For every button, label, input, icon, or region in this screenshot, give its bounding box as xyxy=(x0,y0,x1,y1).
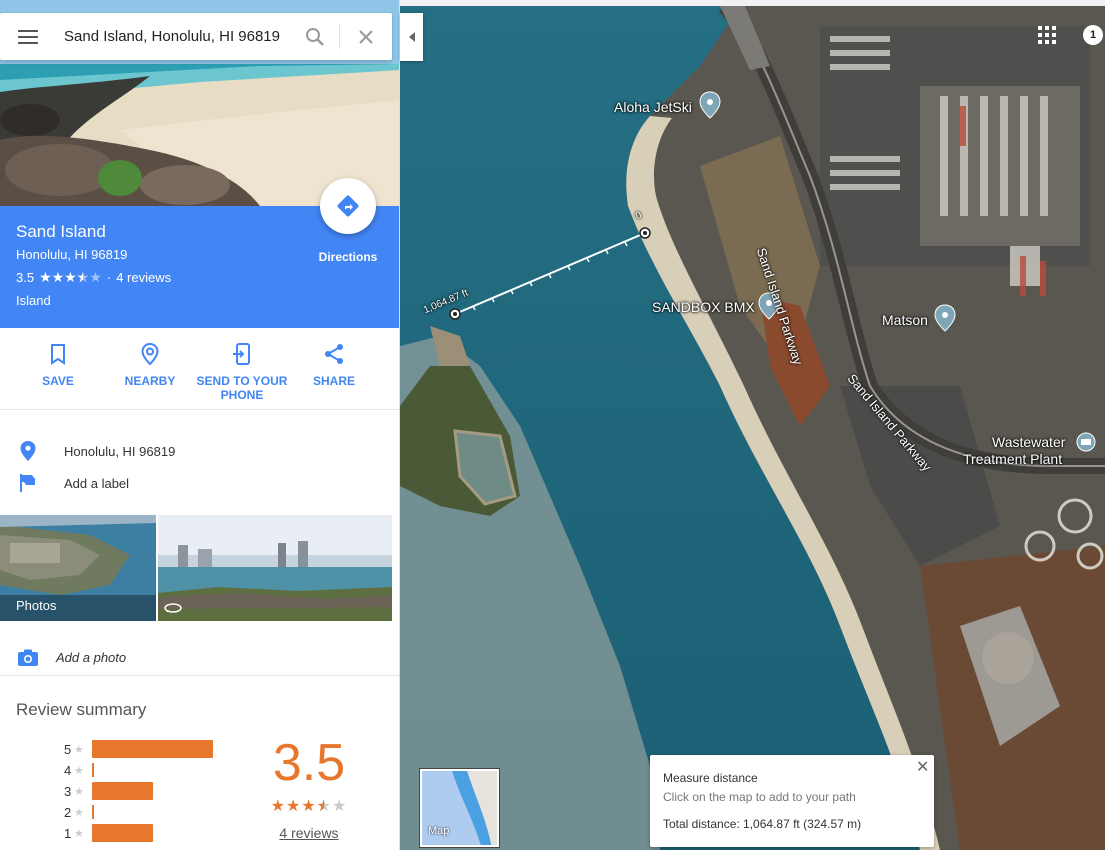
close-icon[interactable]: ✕ xyxy=(916,757,929,777)
map-type-toggle[interactable]: Map xyxy=(420,769,499,847)
rating-bar-track xyxy=(92,740,222,758)
map-label-matson[interactable]: Matson xyxy=(882,312,928,328)
rating-bar-row: 5 ★ xyxy=(64,740,222,758)
place-title: Sand Island xyxy=(16,222,106,241)
close-icon[interactable] xyxy=(340,13,392,60)
search-icon[interactable] xyxy=(290,24,340,49)
map-label-aloha-jetski[interactable]: Aloha JetSki xyxy=(614,99,692,115)
measure-total: Total distance: 1,064.87 ft (324.57 m) xyxy=(663,817,862,831)
share-icon xyxy=(325,344,343,364)
rating-bar-row: 1 ★ xyxy=(64,824,222,842)
rating-bar-track xyxy=(92,824,222,842)
share-label: SHARE xyxy=(312,374,355,388)
rating-bar-fill xyxy=(92,763,94,777)
rating-stars: ★★★★★★ xyxy=(39,269,102,285)
rating-bar-track xyxy=(92,761,222,779)
caret-left-icon xyxy=(408,32,415,42)
share-button[interactable]: SHARE xyxy=(288,342,380,388)
review-summary-title: Review summary xyxy=(16,700,147,719)
rating-bar-fill xyxy=(92,740,213,758)
rating-bar-fill xyxy=(92,782,153,800)
rating-bar-row: 4 ★ xyxy=(64,761,222,779)
add-label-text: Add a label xyxy=(64,475,130,491)
collapse-panel-button[interactable] xyxy=(400,13,423,61)
measure-subtitle: Click on the map to add to your path xyxy=(663,790,856,804)
rating-bar-row: 3 ★ xyxy=(64,782,222,800)
rating-bar-star-number: 4 xyxy=(64,762,72,778)
photos-label: Photos xyxy=(16,598,57,613)
map-label-sandbox-bmx[interactable]: SANDBOX BMX xyxy=(652,299,755,315)
rating-separator: · xyxy=(106,270,112,285)
measure-distance-card: Measure distance Click on the map to add… xyxy=(650,755,934,847)
star-icon: ★ xyxy=(74,806,84,819)
directions-label[interactable]: Directions xyxy=(304,250,392,264)
rating-bar-star-number: 2 xyxy=(64,804,72,820)
star-icon: ★ xyxy=(74,764,84,777)
apps-grid-icon[interactable] xyxy=(1038,26,1056,49)
rating-bar-star-number: 1 xyxy=(64,825,72,841)
nearby-label: NEARBY xyxy=(124,374,176,388)
camera-icon xyxy=(0,649,56,667)
nearby-icon xyxy=(141,342,159,366)
rating-bar-fill xyxy=(92,805,94,819)
map-label-wastewater-line1[interactable]: Wastewater xyxy=(992,434,1065,450)
send-to-phone-label: SEND TO YOUR PHONE xyxy=(196,374,288,402)
save-button[interactable]: SAVE xyxy=(12,342,104,388)
map-label-wastewater-line2[interactable]: Treatment Plant xyxy=(963,451,1062,467)
menu-icon[interactable] xyxy=(0,13,56,60)
save-label: SAVE xyxy=(42,374,74,388)
pin-wastewater[interactable] xyxy=(1076,432,1096,452)
address-row[interactable]: Honolulu, HI 96819 xyxy=(0,435,399,467)
satellite-map[interactable]: Aloha JetSki SANDBOX BMX Matson Wastewat… xyxy=(400,6,1105,850)
place-address: Honolulu, HI 96819 xyxy=(16,247,128,262)
add-label-row[interactable]: Add a label xyxy=(0,467,399,499)
rating-bar-track xyxy=(92,782,222,800)
photo-aerial[interactable]: Photos xyxy=(0,515,156,621)
rating-bar-row: 2 ★ xyxy=(64,803,222,821)
satellite-imagery xyxy=(400,6,1105,850)
directions-button[interactable] xyxy=(320,178,376,234)
search-input[interactable]: Sand Island, Honolulu, HI 96819 xyxy=(56,28,290,45)
panorama-360-icon xyxy=(164,603,182,613)
measure-title: Measure distance xyxy=(663,771,758,785)
flag-icon xyxy=(0,474,64,492)
rating-bar-star-number: 3 xyxy=(64,783,72,799)
bookmark-icon xyxy=(51,344,65,365)
rating-value: 3.5 xyxy=(16,270,35,285)
star-icon: ★ xyxy=(74,827,84,840)
place-rating: 3.5 ★★★★★★ · 4 reviews xyxy=(16,269,171,286)
review-stars: ★★★★★★ xyxy=(270,798,348,815)
notifications-badge[interactable]: 1 xyxy=(1083,25,1103,45)
directions-icon xyxy=(337,195,359,217)
nearby-button[interactable]: NEARBY xyxy=(104,342,196,388)
search-box: Sand Island, Honolulu, HI 96819 xyxy=(0,13,392,60)
send-to-phone-button[interactable]: SEND TO YOUR PHONE xyxy=(196,342,288,402)
location-pin-icon xyxy=(0,441,64,461)
action-bar: SAVE NEARBY SEND TO YOUR PHONE SHARE xyxy=(0,328,399,410)
reviews-link[interactable]: 4 reviews xyxy=(116,270,171,285)
phone-send-icon xyxy=(233,343,250,365)
rating-bar-fill xyxy=(92,824,153,842)
place-type: Island xyxy=(16,293,51,308)
minimap-label: Map xyxy=(428,825,450,837)
photo-panorama[interactable] xyxy=(158,515,392,621)
photo-strip: Photos xyxy=(0,515,392,621)
review-score: 3.5 xyxy=(272,734,346,792)
review-count-link[interactable]: 4 reviews xyxy=(250,825,368,841)
rating-bar-star-number: 5 xyxy=(64,741,72,757)
add-photo-row[interactable]: Add a photo xyxy=(0,640,399,676)
address-text: Honolulu, HI 96819 xyxy=(64,443,176,459)
star-icon: ★ xyxy=(74,785,84,798)
add-photo-text: Add a photo xyxy=(56,650,127,665)
place-panel: Sand Island, Honolulu, HI 96819 Sand Isl… xyxy=(0,0,400,850)
place-header: Sand Island Honolulu, HI 96819 3.5 ★★★★ ★… xyxy=(0,178,399,328)
star-icon: ★ xyxy=(74,743,84,756)
rating-bar-track xyxy=(92,803,222,821)
